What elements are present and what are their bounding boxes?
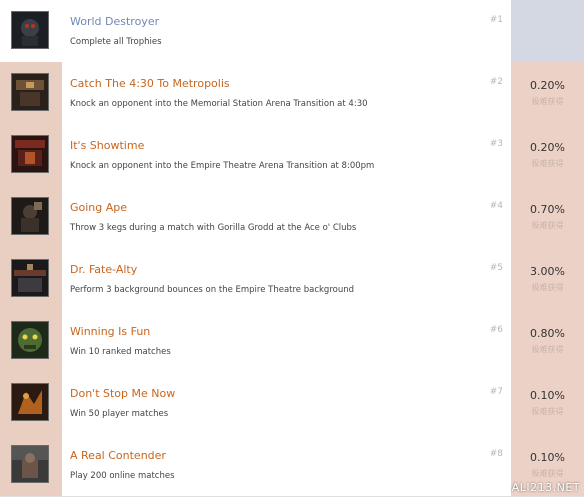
achievement-info: Going Ape Throw 3 kegs during a match wi…: [62, 186, 511, 248]
achievement-rank: #6: [489, 325, 503, 335]
achievement-info: Don't Stop Me Now Win 50 player matches …: [62, 372, 511, 434]
achievement-rarity: 极难获得: [531, 97, 564, 106]
achievement-title[interactable]: Don't Stop Me Now: [70, 387, 175, 400]
achievement-title[interactable]: Going Ape: [70, 201, 127, 214]
achievement-rank: #2: [489, 77, 503, 87]
percent-cell: 0.20% 极难获得: [511, 62, 584, 124]
achievement-row[interactable]: A Real Contender Play 200 online matches…: [0, 434, 584, 497]
achievement-description: Play 200 online matches: [70, 471, 175, 481]
achievement-thumbnail: [11, 321, 49, 359]
thumbnail-cell: [0, 186, 62, 248]
thumbnail-cell: [0, 434, 62, 496]
achievement-row[interactable]: Going Ape Throw 3 kegs during a match wi…: [0, 186, 584, 249]
achievement-thumbnail: [11, 259, 49, 297]
achievement-list: World Destroyer Complete all Trophies #1…: [0, 0, 584, 498]
achievement-description: Perform 3 background bounces on the Empi…: [70, 285, 355, 295]
achievement-rank: #8: [489, 449, 503, 459]
achievement-percent: 0.70%: [530, 203, 565, 216]
achievement-percent: 0.20%: [530, 79, 565, 92]
achievement-percent: 0.80%: [530, 327, 565, 340]
thumbnail-cell: [0, 310, 62, 372]
achievement-rarity: 极难获得: [531, 469, 564, 478]
achievement-info: Winning Is Fun Win 10 ranked matches #6: [62, 310, 511, 372]
percent-cell: 0.70% 极难获得: [511, 186, 584, 248]
achievement-thumbnail: [11, 383, 49, 421]
percent-cell: 3.00% 极难获得: [511, 248, 584, 310]
achievement-info: World Destroyer Complete all Trophies #1: [62, 0, 511, 62]
achievement-rarity: 极难获得: [531, 221, 564, 230]
percent-cell: 0.10% 极难获得: [511, 372, 584, 434]
achievement-rarity: 极难获得: [531, 407, 564, 416]
achievement-thumbnail: [11, 445, 49, 483]
achievement-title[interactable]: Catch The 4:30 To Metropolis: [70, 77, 230, 90]
achievement-rank: #4: [489, 201, 503, 211]
achievement-thumbnail: [11, 197, 49, 235]
achievement-rank: #7: [489, 387, 503, 397]
percent-cell: 0.80% 极难获得: [511, 310, 584, 372]
achievement-info: Dr. Fate-Alty Perform 3 background bounc…: [62, 248, 511, 310]
thumbnail-cell: [0, 248, 62, 310]
thumbnail-cell: [0, 0, 62, 62]
achievement-thumbnail: [11, 11, 49, 49]
achievement-thumbnail: [11, 73, 49, 111]
achievement-row[interactable]: World Destroyer Complete all Trophies #1: [0, 0, 584, 63]
achievement-rarity: 极难获得: [531, 159, 564, 168]
thumbnail-cell: [0, 62, 62, 124]
achievement-row[interactable]: It's Showtime Knock an opponent into the…: [0, 124, 584, 187]
achievement-title[interactable]: It's Showtime: [70, 139, 144, 152]
achievement-row[interactable]: Dr. Fate-Alty Perform 3 background bounc…: [0, 248, 584, 311]
achievement-description: Throw 3 kegs during a match with Gorilla…: [70, 223, 357, 233]
achievement-description: Win 50 player matches: [70, 409, 169, 419]
percent-cell: 0.20% 极难获得: [511, 124, 584, 186]
percent-cell: [511, 0, 584, 62]
achievement-rank: #5: [489, 263, 503, 273]
achievement-row[interactable]: Don't Stop Me Now Win 50 player matches …: [0, 372, 584, 435]
achievement-description: Complete all Trophies: [70, 37, 162, 47]
achievement-rank: #3: [489, 139, 503, 149]
achievement-percent: 0.10%: [530, 389, 565, 402]
thumbnail-cell: [0, 124, 62, 186]
achievement-info: It's Showtime Knock an opponent into the…: [62, 124, 511, 186]
achievement-info: Catch The 4:30 To Metropolis Knock an op…: [62, 62, 511, 124]
achievement-row[interactable]: Catch The 4:30 To Metropolis Knock an op…: [0, 62, 584, 125]
site-watermark: ALI213.NET: [511, 481, 580, 494]
achievement-rarity: 极难获得: [531, 345, 564, 354]
achievement-title[interactable]: World Destroyer: [70, 15, 159, 28]
achievement-rank: #1: [489, 15, 503, 25]
achievement-title[interactable]: A Real Contender: [70, 449, 166, 462]
achievement-percent: 0.20%: [530, 141, 565, 154]
achievement-percent: 0.10%: [530, 451, 565, 464]
achievement-thumbnail: [11, 135, 49, 173]
achievement-description: Win 10 ranked matches: [70, 347, 171, 357]
achievement-info: A Real Contender Play 200 online matches…: [62, 434, 511, 496]
achievement-description: Knock an opponent into the Empire Theatr…: [70, 161, 375, 171]
thumbnail-cell: [0, 372, 62, 434]
achievement-description: Knock an opponent into the Memorial Stat…: [70, 99, 368, 109]
achievement-title[interactable]: Dr. Fate-Alty: [70, 263, 137, 276]
achievement-rarity: 极难获得: [531, 283, 564, 292]
achievement-percent: 3.00%: [530, 265, 565, 278]
achievement-title[interactable]: Winning Is Fun: [70, 325, 150, 338]
achievement-row[interactable]: Winning Is Fun Win 10 ranked matches #6 …: [0, 310, 584, 373]
